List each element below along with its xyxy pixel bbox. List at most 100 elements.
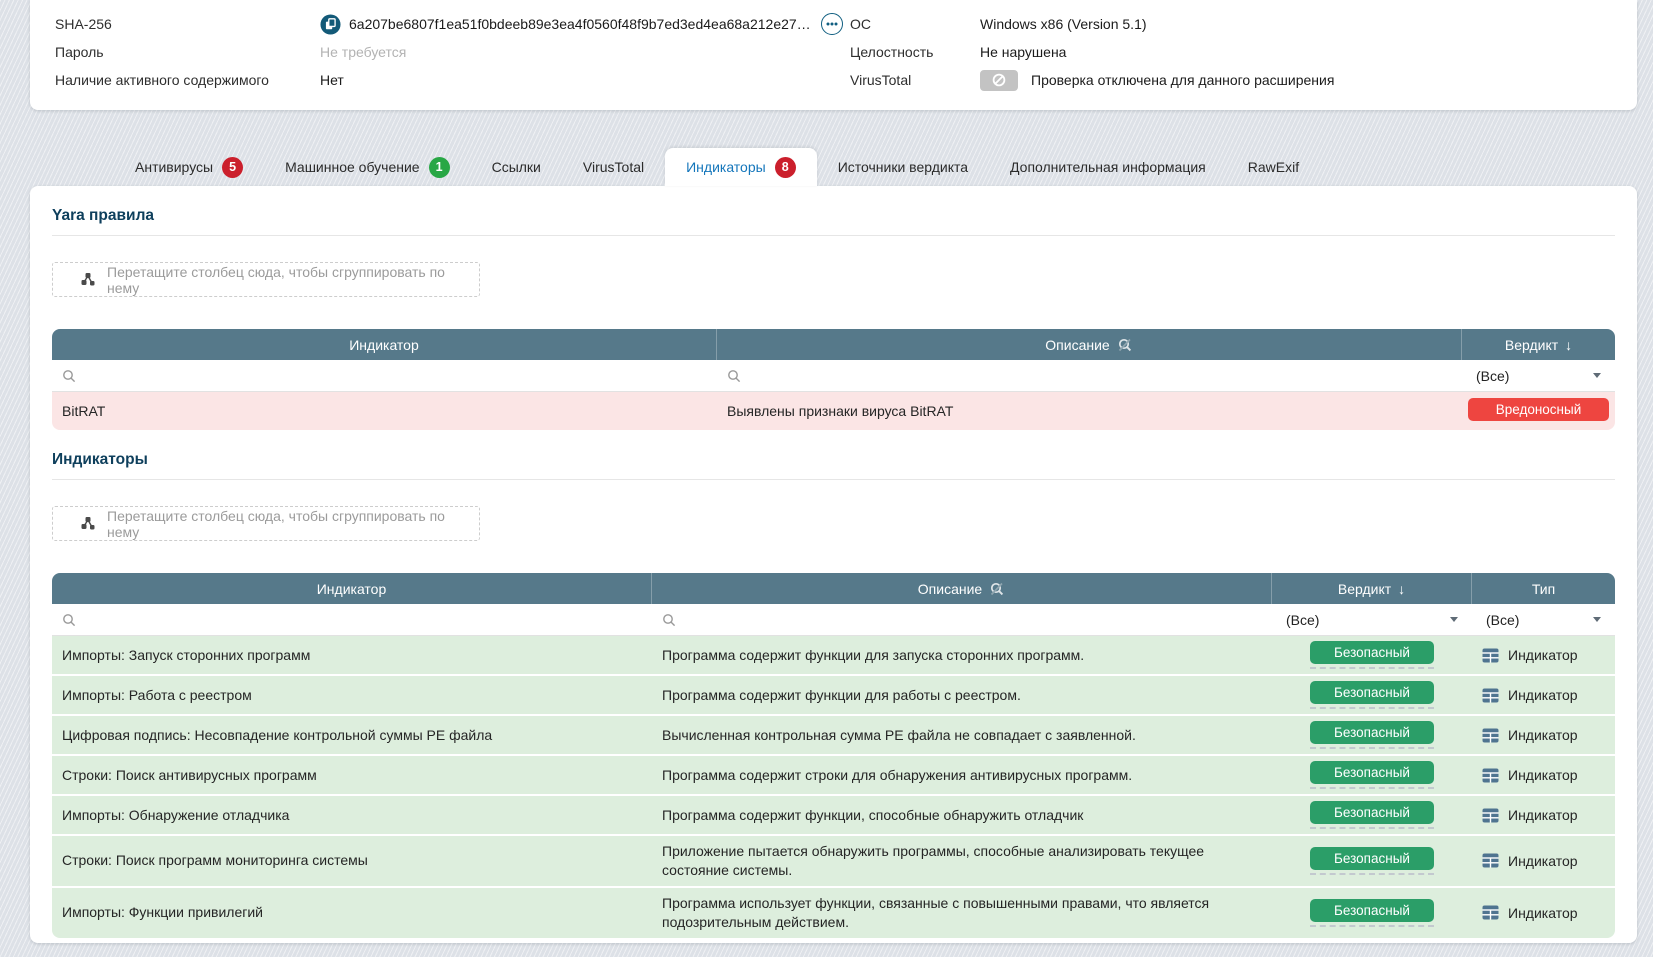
yara-table: Индикатор Описание Вердикт↓ (Все) xyxy=(52,329,1615,430)
tab-verdict-sources[interactable]: Источники вердикта xyxy=(817,148,989,186)
verdict-badge-wrap[interactable]: Безопасный xyxy=(1310,899,1434,927)
integrity-value: Не нарушена xyxy=(980,44,1612,60)
yara-group-drop-zone[interactable]: Перетащите столбец сюда, чтобы сгруппиро… xyxy=(52,262,480,297)
verdict-badge-wrap[interactable]: Безопасный xyxy=(1310,641,1434,669)
indicator-row[interactable]: Импорты: Функции привилегий Программа ис… xyxy=(52,888,1615,938)
copy-icon[interactable] xyxy=(320,14,341,35)
yara-col-verdict[interactable]: Вердикт↓ xyxy=(1462,329,1615,360)
search-icon xyxy=(62,369,76,383)
description-cell: Вычисленная контрольная сумма PE файла н… xyxy=(652,720,1272,751)
indicators-panel: Yara правила Перетащите столбец сюда, чт… xyxy=(30,186,1637,943)
yara-filter-row: (Все) xyxy=(52,360,1615,392)
tab-links[interactable]: Ссылки xyxy=(471,148,562,186)
verdict-badge-safe: Безопасный xyxy=(1310,801,1434,824)
indicator-cell: Импорты: Функции привилегий xyxy=(52,897,652,928)
description-cell: Программа содержит функции для работы с … xyxy=(652,680,1272,711)
verdict-badge-safe: Безопасный xyxy=(1310,641,1434,664)
search-icon xyxy=(62,613,76,627)
group-hint-text: Перетащите столбец сюда, чтобы сгруппиро… xyxy=(107,508,479,540)
tab-indicators[interactable]: Индикаторы8 xyxy=(665,148,817,186)
indicator-row[interactable]: Импорты: Работа с реестром Программа сод… xyxy=(52,676,1615,714)
indicators-indicator-filter-input[interactable] xyxy=(84,612,577,628)
indicator-cell: Строки: Поиск программ мониторинга систе… xyxy=(52,845,652,876)
type-cell: Индикатор xyxy=(1472,727,1615,743)
indicators-col-type[interactable]: Тип xyxy=(1472,573,1615,604)
integrity-label: Целостность xyxy=(850,44,980,60)
tab-virustotal[interactable]: VirusTotal xyxy=(562,148,665,186)
search-icon xyxy=(727,369,741,383)
sha256-row: SHA-256 6a207be6807f1ea51f0bdeeb89e3ea4f… xyxy=(55,10,850,38)
yara-table-row[interactable]: BitRAT Выявлены признаки вируса BitRAT В… xyxy=(52,392,1615,430)
virustotal-label: VirusTotal xyxy=(850,72,980,88)
verdict-badge-wrap[interactable]: Вредоносный xyxy=(1468,398,1609,424)
description-cell: Программа содержит функции для запуска с… xyxy=(652,640,1272,671)
virustotal-value: Проверка отключена для данного расширени… xyxy=(1031,72,1334,88)
table-grid-icon xyxy=(1482,728,1499,743)
indicator-cell: Импорты: Работа с реестром xyxy=(52,680,652,711)
indicator-row[interactable]: Импорты: Обнаружение отладчика Программа… xyxy=(52,796,1615,834)
verdict-badge-wrap[interactable]: Безопасный xyxy=(1310,847,1434,875)
more-actions-button[interactable] xyxy=(821,13,843,35)
verdict-badge-wrap[interactable]: Безопасный xyxy=(1310,721,1434,749)
indicators-col-indicator[interactable]: Индикатор xyxy=(52,573,652,604)
active-content-row: Наличие активного содержимого Нет xyxy=(55,66,850,94)
yara-verdict-filter-select[interactable]: (Все) xyxy=(1462,360,1615,391)
sha256-value: 6a207be6807f1ea51f0bdeeb89e3ea4f0560f48f… xyxy=(349,16,811,32)
active-content-value: Нет xyxy=(320,72,850,88)
verdict-badge-wrap[interactable]: Безопасный xyxy=(1310,681,1434,709)
indicator-row[interactable]: Цифровая подпись: Несовпадение контрольн… xyxy=(52,716,1615,754)
description-cell: Приложение пытается обнаружить программы… xyxy=(652,836,1272,886)
indicator-row[interactable]: Импорты: Запуск сторонних программ Прогр… xyxy=(52,636,1615,674)
indicators-description-filter-input[interactable] xyxy=(684,612,1194,628)
indicators-col-verdict[interactable]: Вердикт↓ xyxy=(1272,573,1472,604)
yara-indicator-filter-input[interactable] xyxy=(84,368,632,384)
type-cell: Индикатор xyxy=(1472,647,1615,663)
group-by-icon xyxy=(80,516,96,531)
verdict-badge-safe: Безопасный xyxy=(1310,761,1434,784)
report-tabs: Антивирусы5 Машинное обучение1 Ссылки Vi… xyxy=(30,148,1637,186)
group-by-icon xyxy=(80,272,96,287)
yara-col-indicator[interactable]: Индикатор xyxy=(52,329,717,360)
table-grid-icon xyxy=(1482,648,1499,663)
indicator-cell: Импорты: Запуск сторонних программ xyxy=(52,640,652,671)
verdict-badge-malicious: Вредоносный xyxy=(1468,398,1609,421)
description-cell: Программа содержит строки для обнаружени… xyxy=(652,760,1272,791)
yara-section-title: Yara правила xyxy=(52,186,1615,236)
indicators-section-title: Индикаторы xyxy=(52,430,1615,480)
indicator-cell: Импорты: Обнаружение отладчика xyxy=(52,800,652,831)
yara-description-filter-input[interactable] xyxy=(749,368,1365,384)
verdict-badge-wrap[interactable]: Безопасный xyxy=(1310,761,1434,789)
verdict-badge-safe: Безопасный xyxy=(1310,899,1434,922)
type-cell: Индикатор xyxy=(1472,807,1615,823)
indicators-col-description[interactable]: Описание xyxy=(652,573,1272,604)
indicator-row[interactable]: Строки: Поиск программ мониторинга систе… xyxy=(52,836,1615,886)
yara-table-header: Индикатор Описание Вердикт↓ xyxy=(52,329,1615,360)
sort-desc-icon: ↓ xyxy=(1398,581,1405,597)
tab-machine-learning[interactable]: Машинное обучение1 xyxy=(264,148,471,186)
tab-additional-info[interactable]: Дополнительная информация xyxy=(989,148,1227,186)
verdict-badge-wrap[interactable]: Безопасный xyxy=(1310,801,1434,829)
yara-description-cell: Выявлены признаки вируса BitRAT xyxy=(717,396,1462,427)
tab-count-badge: 5 xyxy=(222,157,243,178)
indicators-table: Индикатор Описание Вердикт↓ Тип (Все) xyxy=(52,573,1615,938)
tab-rawexif[interactable]: RawExif xyxy=(1227,148,1320,186)
search-off-icon xyxy=(989,581,1005,597)
tab-antiviruses[interactable]: Антивирусы5 xyxy=(114,148,264,186)
indicators-group-drop-zone[interactable]: Перетащите столбец сюда, чтобы сгруппиро… xyxy=(52,506,480,541)
type-cell: Индикатор xyxy=(1472,905,1615,921)
chevron-down-icon xyxy=(1593,617,1601,622)
yara-indicator-cell: BitRAT xyxy=(52,396,717,427)
os-value: Windows x86 (Version 5.1) xyxy=(980,16,1612,32)
indicator-row[interactable]: Строки: Поиск антивирусных программ Прог… xyxy=(52,756,1615,794)
password-label: Пароль xyxy=(55,44,320,60)
search-icon xyxy=(662,613,676,627)
indicator-cell: Цифровая подпись: Несовпадение контрольн… xyxy=(52,720,652,751)
type-cell: Индикатор xyxy=(1472,767,1615,783)
group-hint-text: Перетащите столбец сюда, чтобы сгруппиро… xyxy=(107,264,479,296)
indicators-type-filter-select[interactable]: (Все) xyxy=(1472,604,1615,635)
tab-count-badge: 8 xyxy=(775,157,796,178)
os-label: ОС xyxy=(850,16,980,32)
indicators-verdict-filter-select[interactable]: (Все) xyxy=(1272,604,1472,635)
type-cell: Индикатор xyxy=(1472,853,1615,869)
yara-col-description[interactable]: Описание xyxy=(717,329,1462,360)
